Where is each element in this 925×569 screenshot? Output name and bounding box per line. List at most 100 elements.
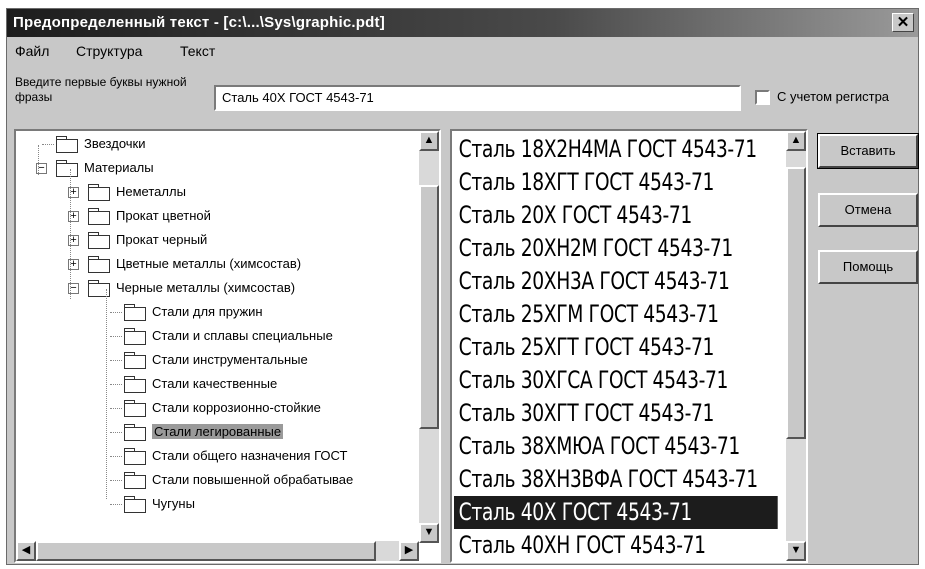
list-item[interactable]: Сталь 40ХН ГОСТ 4543-71 [454,529,778,561]
scroll-up-icon[interactable]: ▲ [786,131,806,151]
tree-item[interactable]: Стали инструментальные [16,349,416,373]
tree-item-label: Материалы [84,160,154,175]
list-item[interactable]: Сталь 40Х ГОСТ 4543-71 [454,496,778,529]
list-vertical-scrollbar[interactable]: ▲ ▼ [786,131,806,561]
folder-icon [88,232,110,249]
close-icon[interactable]: ✕ [892,13,914,32]
search-prompt: Введите первые буквы нужной фразы [15,75,187,104]
tree-item-label: Чугуны [152,496,195,511]
tree-item-label: Стали коррозионно-стойкие [152,400,321,415]
cancel-button[interactable]: Отмена [818,193,918,227]
insert-button[interactable]: Вставить [817,133,919,169]
folder-icon [88,184,110,201]
tree-connector [110,360,122,361]
tree-item[interactable]: Стали легированные [16,421,416,445]
list-item[interactable]: Сталь 20ХН3А ГОСТ 4543-71 [454,265,778,298]
tree-item[interactable]: Стали и сплавы специальные [16,325,416,349]
tree-item[interactable]: Стали повышенной обрабатывае [16,469,416,493]
tree-connector [110,312,122,313]
tree-connector [110,408,122,409]
folder-icon [124,472,146,489]
scroll-down-icon[interactable]: ▼ [786,541,806,561]
phrase-list[interactable]: Сталь 18Х2Н4МА ГОСТ 4543-71 Сталь 18ХГТ Г… [450,129,808,563]
tree-item[interactable]: + Неметаллы [16,181,416,205]
tree-item-label: Звездочки [84,136,146,151]
folder-icon [56,160,78,177]
list-item[interactable]: Сталь 30ХГТ ГОСТ 4543-71 [454,397,778,430]
menu-structure[interactable]: Структура [76,43,142,59]
folder-icon [124,304,146,321]
help-button[interactable]: Помощь [818,250,918,284]
menu-bar: Файл Структура Текст [7,39,918,63]
scroll-right-icon[interactable]: ▶ [399,541,419,561]
list-item[interactable]: Сталь 18ХГТ ГОСТ 4543-71 [454,166,778,199]
tree-guide-line [106,289,107,499]
scroll-left-icon[interactable]: ◀ [16,541,36,561]
tree-scroll-thumb[interactable] [419,185,439,429]
tree-connector [110,480,122,481]
list-item[interactable]: Сталь 38ХМЮА ГОСТ 4543-71 [454,430,778,463]
tree-item[interactable]: + Прокат черный [16,229,416,253]
list-item[interactable]: Сталь 25ХГМ ГОСТ 4543-71 [454,298,778,331]
case-sensitive-label: С учетом регистра [777,89,890,104]
window-title: Предопределенный текст - [c:\...\Sys\gra… [13,14,385,31]
scroll-up-icon[interactable]: ▲ [419,131,439,151]
tree-item-label: Неметаллы [116,184,186,199]
tree-item-label: Стали качественные [152,376,278,391]
list-item[interactable]: Сталь 38ХН3ВФА ГОСТ 4543-71 [454,463,778,496]
folder-icon [124,328,146,345]
scroll-down-icon[interactable]: ▼ [419,523,439,543]
tree-vertical-scrollbar[interactable]: ▲ ▼ [419,131,439,543]
tree-item-label: Стали инструментальные [152,352,308,367]
tree-connector [110,336,122,337]
list-item[interactable]: Сталь 18Х2Н4МА ГОСТ 4543-71 [454,133,778,166]
tree-item[interactable]: + Цветные металлы (химсостав) [16,253,416,277]
list-item[interactable]: Сталь 20ХН2М ГОСТ 4543-71 [454,232,778,265]
tree-item[interactable]: − Черные металлы (химсостав) [16,277,416,301]
folder-icon [124,448,146,465]
folder-icon [124,496,146,513]
tree-item-label: Стали общего назначения ГОСТ [152,448,348,463]
tree-item-label: Черные металлы (химсостав) [116,280,296,295]
tree-item-label: Стали повышенной обрабатывае [152,472,354,487]
tree-item-label: Стали для пружин [152,304,263,319]
list-item[interactable]: Сталь 30ХГСА ГОСТ 4543-71 [454,364,778,397]
category-tree[interactable]: Звездочки − Материалы + Неметаллы + Прокат цве… [14,129,441,563]
tree-connector [110,432,122,433]
search-input[interactable]: Сталь 40Х ГОСТ 4543-71 [214,85,741,111]
tree-item[interactable]: Чугуны [16,493,416,517]
tree-connector [110,504,122,505]
tree-item-label: Прокат черный [116,232,208,247]
menu-text[interactable]: Текст [180,43,215,59]
tree-connector [42,144,54,145]
list-item[interactable]: Сталь 20Х ГОСТ 4543-71 [454,199,778,232]
folder-icon [124,424,146,441]
tree-item[interactable]: Звездочки [16,133,416,157]
folder-icon [88,208,110,225]
tree-hscroll-thumb[interactable] [36,541,376,561]
tree-item-label: Стали легированные [152,424,284,439]
case-sensitive-checkbox[interactable] [755,90,770,105]
tree-item-label: Цветные металлы (химсостав) [116,256,302,271]
title-bar[interactable]: Предопределенный текст - [c:\...\Sys\gra… [7,9,918,37]
tree-item[interactable]: Стали коррозионно-стойкие [16,397,416,421]
folder-icon [124,400,146,417]
dialog-window: Предопределенный текст - [c:\...\Sys\gra… [6,8,919,565]
tree-item[interactable]: + Прокат цветной [16,205,416,229]
tree-horizontal-scrollbar[interactable]: ◀ ▶ [16,541,419,561]
tree-item[interactable]: Стали для пружин [16,301,416,325]
tree-connector [110,456,122,457]
tree-guide-line [38,145,39,175]
tree-item[interactable]: Стали общего назначения ГОСТ [16,445,416,469]
menu-file[interactable]: Файл [15,43,49,59]
folder-icon [124,376,146,393]
folder-icon [88,256,110,273]
tree-item-label: Прокат цветной [116,208,211,223]
folder-icon [124,352,146,369]
folder-icon [56,136,78,153]
tree-item[interactable]: − Материалы [16,157,416,181]
list-scroll-thumb[interactable] [786,167,806,439]
tree-item[interactable]: Стали качественные [16,373,416,397]
tree-connector [110,384,122,385]
list-item[interactable]: Сталь 25ХГТ ГОСТ 4543-71 [454,331,778,364]
